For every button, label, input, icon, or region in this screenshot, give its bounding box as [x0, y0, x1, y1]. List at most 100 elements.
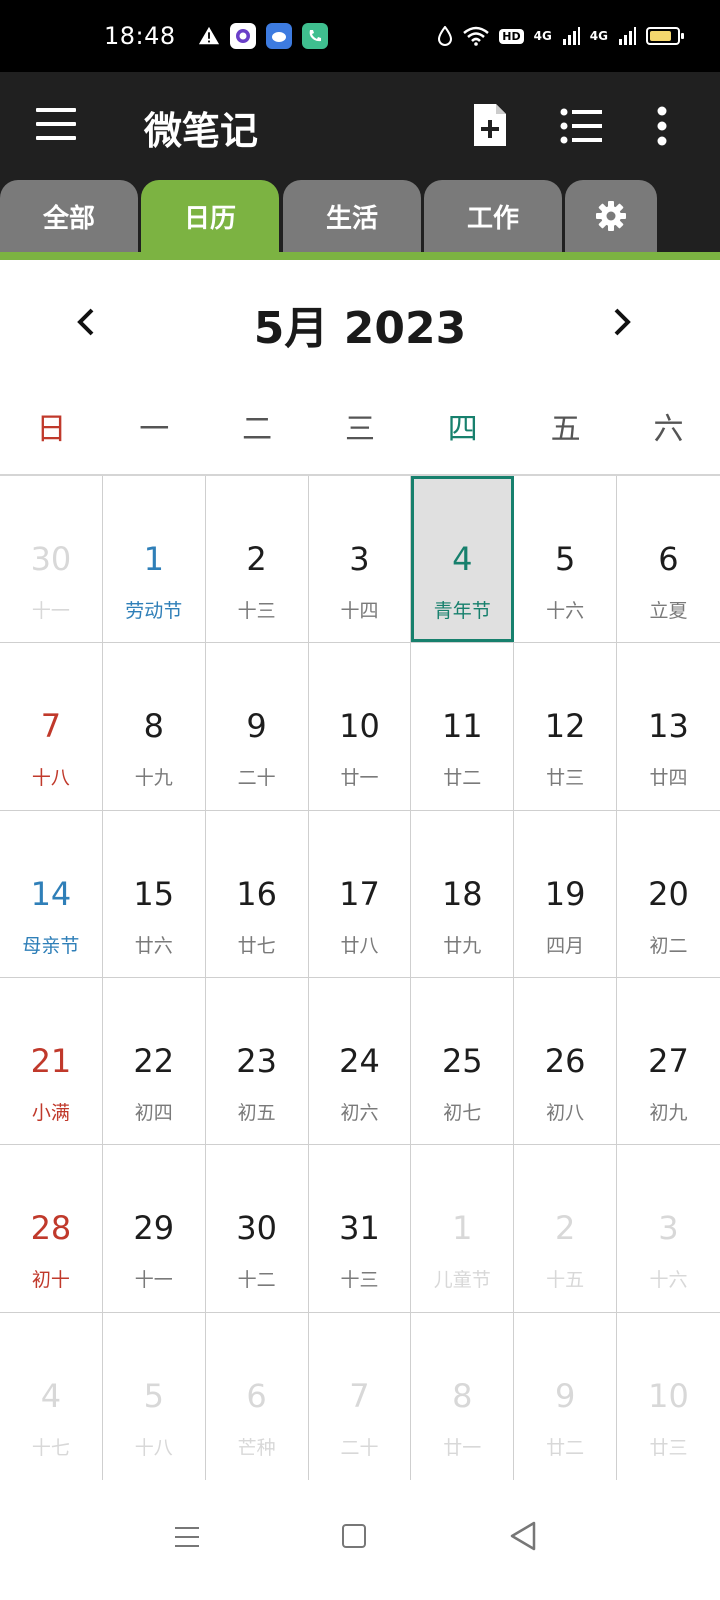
- day-lunar-label: 初六: [340, 1101, 379, 1124]
- day-number: 6: [658, 540, 679, 578]
- calendar-day[interactable]: 26 初八: [514, 977, 618, 1145]
- calendar-day[interactable]: 30 十二: [206, 1145, 309, 1312]
- day-number: 4: [40, 1376, 62, 1415]
- calendar-day[interactable]: 5 十六: [514, 476, 618, 643]
- day-lunar-label: 廿七: [237, 934, 276, 957]
- calendar-day[interactable]: 22 初四: [103, 977, 206, 1145]
- tab-calendar[interactable]: 日历: [141, 180, 279, 252]
- calendar-day[interactable]: 6 立夏: [617, 476, 720, 642]
- calendar-day[interactable]: 16 廿七: [206, 810, 309, 977]
- chat-app-icon: [229, 23, 256, 49]
- calendar-day[interactable]: 5 十八: [103, 1312, 206, 1480]
- day-lunar-label: 初二: [649, 934, 688, 957]
- more-icon[interactable]: [654, 106, 670, 146]
- calendar-day[interactable]: 13 廿四: [617, 643, 720, 809]
- cloud-app-icon: [265, 23, 292, 49]
- day-lunar-label: 十九: [134, 767, 173, 790]
- calendar-week-row: 4 十七 5 十八 6 芒种 7 二十 8 廿一 9 廿二 10 廿三: [0, 1312, 720, 1480]
- calendar-day[interactable]: 17 廿八: [309, 810, 412, 977]
- day-lunar-label: 二十: [237, 767, 276, 790]
- calendar-day[interactable]: 11 廿二: [411, 643, 515, 810]
- calendar-day[interactable]: 23 初五: [206, 977, 309, 1145]
- calendar-day[interactable]: 3 十六: [617, 1145, 720, 1311]
- calendar-day[interactable]: 3 十四: [309, 476, 412, 643]
- hd-badge: HD: [499, 28, 524, 44]
- calendar-day[interactable]: 29 十一: [103, 1145, 206, 1312]
- list-icon[interactable]: [560, 108, 604, 144]
- new-note-icon[interactable]: [472, 102, 508, 148]
- calendar-day[interactable]: 25 初七: [411, 977, 515, 1145]
- calendar-day[interactable]: 2 十五: [514, 1145, 618, 1312]
- day-lunar-label: 十一: [31, 600, 70, 622]
- day-number: 23: [236, 1041, 277, 1080]
- calendar-day[interactable]: 6 芒种: [206, 1312, 309, 1480]
- calendar-day[interactable]: 8 十九: [103, 643, 206, 810]
- app-bar: 微笔记: [0, 72, 720, 180]
- calendar-day[interactable]: 31 十三: [309, 1145, 412, 1312]
- month-header: 5月 2023: [0, 260, 720, 386]
- calendar-day[interactable]: 7 十八: [0, 643, 103, 810]
- calendar-day-selected[interactable]: 4 青年节: [411, 476, 515, 643]
- calendar-day[interactable]: 15 廿六: [103, 810, 206, 977]
- day-lunar-label: 廿九: [443, 934, 482, 957]
- day-lunar-label: 廿二: [443, 767, 482, 790]
- tab-work[interactable]: 工作: [424, 180, 562, 252]
- tab-all[interactable]: 全部: [0, 180, 138, 252]
- calendar-day[interactable]: 9 二十: [206, 643, 309, 810]
- calendar-day[interactable]: 28 初十: [0, 1145, 103, 1312]
- calendar-day[interactable]: 7 二十: [309, 1312, 412, 1480]
- calendar-day[interactable]: 10 廿一: [309, 643, 412, 810]
- wifi-icon: [463, 26, 490, 46]
- day-number: 19: [544, 874, 586, 913]
- calendar-day[interactable]: 24 初六: [309, 977, 412, 1145]
- calendar-grid: 30 十一 1 劳动节 2 十三 3 十四 4 青年节 5 十六 6 立夏 7 十八 8 十九 9 二十 10 廿一 11 廿…: [0, 476, 720, 1480]
- day-lunar-label: 十一: [134, 1269, 173, 1292]
- calendar-day[interactable]: 2 十三: [206, 476, 309, 643]
- notification-icons: [198, 23, 328, 49]
- day-number: 22: [133, 1041, 175, 1080]
- calendar-day[interactable]: 21 小满: [0, 977, 103, 1145]
- calendar-week-row: 7 十八 8 十九 9 二十 10 廿一 11 廿二 12 廿三 13 廿四: [0, 643, 720, 811]
- data-saver-icon: [438, 26, 453, 46]
- calendar-day[interactable]: 27 初九: [617, 978, 720, 1144]
- signal-1-icon: [562, 27, 580, 45]
- calendar-day[interactable]: 9 廿二: [514, 1312, 618, 1480]
- day-number: 1: [143, 540, 164, 578]
- calendar-day[interactable]: 12 廿三: [514, 643, 618, 810]
- day-lunar-label: 初九: [649, 1101, 688, 1124]
- day-lunar-label: 初四: [134, 1101, 173, 1124]
- back-icon[interactable]: [508, 1520, 538, 1552]
- tab-label: 生活: [325, 203, 378, 234]
- chevron-right-icon[interactable]: [610, 306, 634, 338]
- calendar-week-row: 21 小满 22 初四 23 初五 24 初六 25 初七 26 初八 27 初九: [0, 977, 720, 1146]
- day-lunar-label: 劳动节: [125, 600, 183, 622]
- warning-icon: [198, 26, 219, 45]
- weekday-sat: 六: [653, 412, 684, 447]
- calendar-day[interactable]: 8 廿一: [411, 1312, 515, 1480]
- home-icon[interactable]: [342, 1524, 366, 1548]
- day-number: 28: [30, 1209, 72, 1248]
- calendar-day[interactable]: 19 四月: [514, 810, 618, 977]
- day-lunar-label: 廿六: [134, 934, 173, 957]
- calendar-day[interactable]: 10 廿三: [617, 1313, 720, 1480]
- day-lunar-label: 廿二: [546, 1436, 585, 1459]
- calendar-day[interactable]: 4 十七: [0, 1312, 103, 1480]
- tab-settings[interactable]: [565, 180, 657, 252]
- calendar-day[interactable]: 14 母亲节: [0, 810, 103, 977]
- tab-life[interactable]: 生活: [283, 180, 421, 252]
- day-number: 14: [30, 874, 72, 913]
- calendar-day[interactable]: 30 十一: [0, 476, 103, 643]
- weekday-sun: 日: [36, 412, 67, 447]
- calendar-day[interactable]: 20 初二: [617, 811, 720, 977]
- day-lunar-label: 廿三: [649, 1436, 688, 1459]
- app-title: 微笔记: [144, 109, 259, 153]
- calendar-day[interactable]: 1 儿童节: [411, 1145, 515, 1312]
- tab-label: 工作: [466, 203, 519, 234]
- calendar-day[interactable]: 1 劳动节: [103, 476, 206, 643]
- menu-icon[interactable]: [36, 108, 76, 140]
- calendar-day[interactable]: 18 廿九: [411, 810, 515, 977]
- day-number: 10: [339, 707, 380, 746]
- weekday-wed: 三: [344, 412, 375, 447]
- recent-apps-icon[interactable]: [174, 1524, 200, 1550]
- weekday-row: 日 一 二 三 四 五 六: [0, 386, 720, 474]
